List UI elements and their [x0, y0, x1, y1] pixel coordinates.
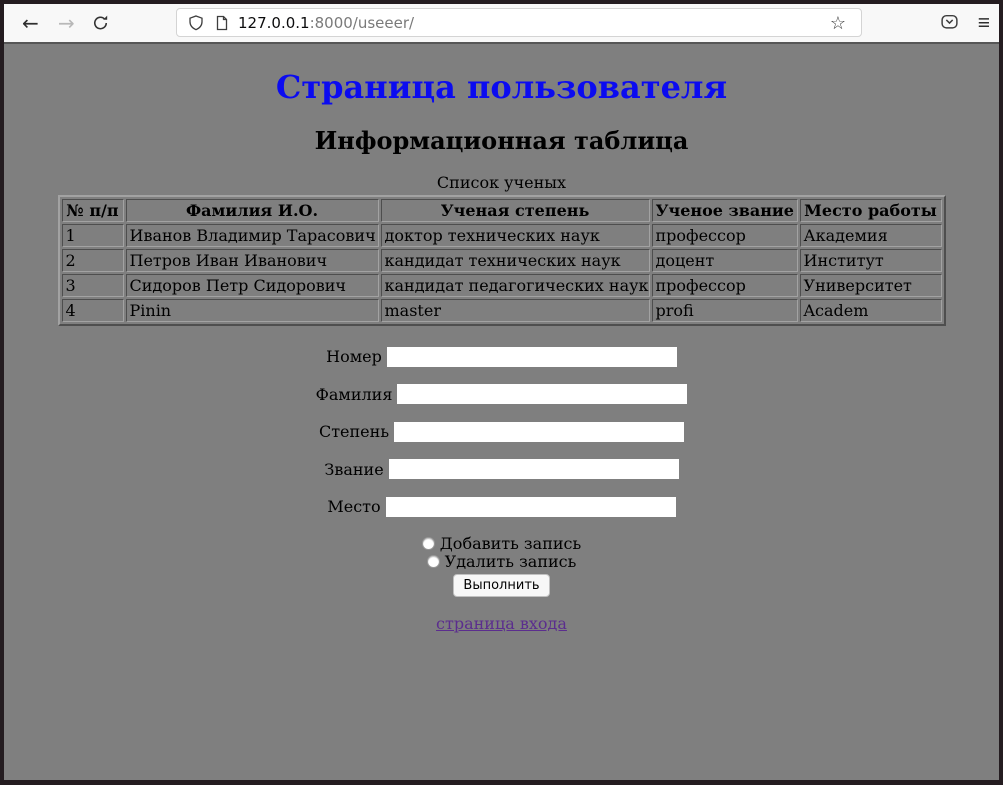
cell: Сидоров Петр Сидорович — [126, 274, 379, 297]
url-text: 127.0.0.1:8000/useeer/ — [238, 14, 414, 32]
table-row: 2 Петров Иван Иванович кандидат техничес… — [62, 249, 942, 272]
cell: доцент — [652, 249, 798, 272]
place-input[interactable] — [386, 497, 676, 517]
radio-icon — [422, 537, 435, 550]
form-row: Место — [4, 496, 999, 517]
page-content: Страница пользователя Информационная таб… — [4, 44, 999, 780]
scientists-table: Список ученых № п/п Фамилия И.О. Ученая … — [58, 173, 946, 326]
menu-icon[interactable]: ≡ — [978, 13, 990, 34]
action-radio-group: Добавить запись Удалить запись — [4, 535, 999, 571]
cell: Academ — [800, 299, 942, 322]
radio-option-delete[interactable]: Удалить запись — [4, 553, 999, 571]
cell: Академия — [800, 224, 942, 247]
form-row: Номер — [4, 346, 999, 367]
col-header-surname: Фамилия И.О. — [126, 199, 379, 222]
degree-input[interactable] — [394, 422, 684, 442]
table-row: 1 Иванов Владимир Тарасович доктор техни… — [62, 224, 942, 247]
radio-delete-label: Удалить запись — [445, 552, 577, 571]
record-form: Номер Фамилия Степень Звание Место Добав… — [4, 346, 999, 597]
url-host: 127.0.0.1 — [238, 14, 310, 32]
browser-window: ← → 127.0.0.1:8000/useeer/ ☆ — [4, 4, 999, 780]
reload-button[interactable] — [92, 15, 109, 32]
link-row: страница входа — [4, 614, 999, 633]
radio-option-add[interactable]: Добавить запись — [4, 535, 999, 553]
place-label: Место — [327, 497, 380, 516]
rank-label: Звание — [324, 460, 383, 479]
cell: профессор — [652, 224, 798, 247]
bookmark-star-icon[interactable]: ☆ — [824, 13, 852, 33]
cell: доктор технических наук — [381, 224, 650, 247]
cell: master — [381, 299, 650, 322]
surname-label: Фамилия — [316, 385, 393, 404]
browser-toolbar: ← → 127.0.0.1:8000/useeer/ ☆ — [4, 4, 999, 44]
col-header-workplace: Место работы — [800, 199, 942, 222]
cell: 3 — [62, 274, 124, 297]
shield-icon[interactable] — [188, 15, 204, 31]
cell: 1 — [62, 224, 124, 247]
cell: Иванов Владимир Тарасович — [126, 224, 379, 247]
number-input[interactable] — [387, 347, 677, 367]
page-subtitle: Информационная таблица — [4, 126, 999, 155]
forward-button[interactable]: → — [58, 13, 75, 33]
form-row: Степень — [4, 421, 999, 442]
cell: Институт — [800, 249, 942, 272]
page-info-icon[interactable] — [215, 15, 229, 31]
cell: Pinin — [126, 299, 379, 322]
col-header-rank: Ученое звание — [652, 199, 798, 222]
cell: Петров Иван Иванович — [126, 249, 379, 272]
cell: Университет — [800, 274, 942, 297]
col-header-degree: Ученая степень — [381, 199, 650, 222]
login-page-link[interactable]: страница входа — [436, 614, 567, 633]
cell: 2 — [62, 249, 124, 272]
radio-add-label: Добавить запись — [440, 534, 581, 553]
address-bar[interactable]: 127.0.0.1:8000/useeer/ ☆ — [176, 8, 862, 37]
table-row: 4 Pinin master profi Academ — [62, 299, 942, 322]
degree-label: Степень — [319, 422, 389, 441]
col-header-number: № п/п — [62, 199, 124, 222]
cell: 4 — [62, 299, 124, 322]
cell: profi — [652, 299, 798, 322]
url-path: :8000/useeer/ — [310, 14, 415, 32]
reload-icon — [92, 15, 109, 32]
page-title: Страница пользователя — [4, 68, 999, 106]
back-button[interactable]: ← — [22, 13, 39, 33]
form-row: Фамилия — [4, 384, 999, 405]
cell: профессор — [652, 274, 798, 297]
surname-input[interactable] — [397, 384, 687, 404]
table-caption: Список ученых — [58, 173, 946, 195]
table-row: 3 Сидоров Петр Сидорович кандидат педаго… — [62, 274, 942, 297]
cell: кандидат педагогических наук — [381, 274, 650, 297]
form-row: Звание — [4, 459, 999, 480]
execute-button[interactable]: Выполнить — [453, 574, 549, 597]
rank-input[interactable] — [389, 459, 679, 479]
pocket-icon[interactable] — [940, 12, 959, 34]
number-label: Номер — [326, 347, 382, 366]
radio-icon — [427, 555, 440, 568]
cell: кандидат технических наук — [381, 249, 650, 272]
table-header-row: № п/п Фамилия И.О. Ученая степень Ученое… — [62, 199, 942, 222]
